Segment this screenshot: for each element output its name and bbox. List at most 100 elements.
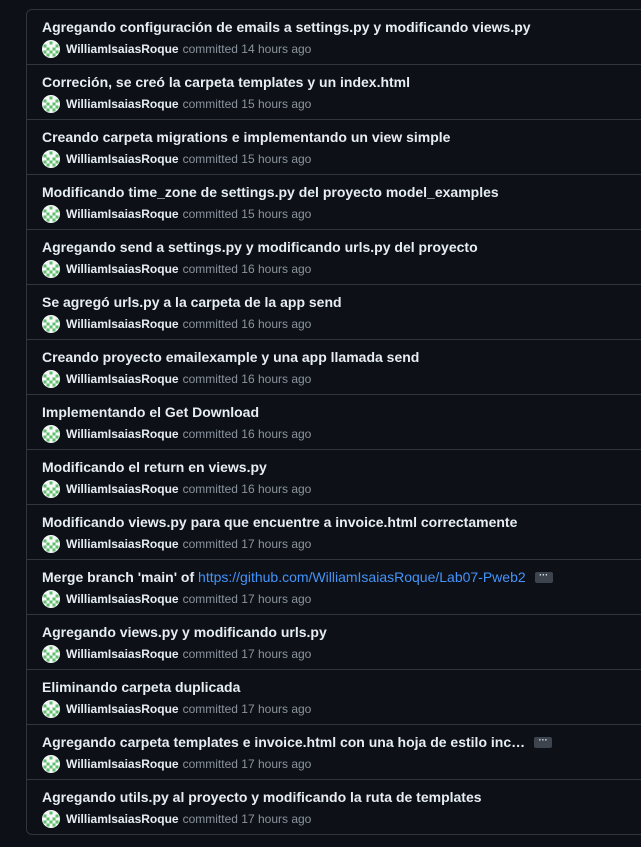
commit-message[interactable]: Creando proyecto emailexample y una app …: [42, 349, 419, 365]
identicon-avatar-icon[interactable]: [42, 205, 60, 223]
commit-message[interactable]: Creando carpeta migrations e implementan…: [42, 129, 450, 145]
commit-title[interactable]: Agregando utils.py al proyecto y modific…: [42, 789, 482, 805]
identicon-avatar-icon[interactable]: [42, 425, 60, 443]
commit-verb: committed: [182, 647, 238, 661]
commit-meta: WilliamIsaiasRoque committed 17 hours ag…: [42, 590, 311, 608]
commit-verb: committed: [182, 97, 238, 111]
commit-verb: committed: [182, 317, 238, 331]
commit-title[interactable]: Modificando el return en views.py: [42, 459, 267, 475]
commit-message[interactable]: Modificando time_zone de settings.py del…: [42, 184, 499, 200]
commit-verb: committed: [182, 812, 238, 826]
commit-title[interactable]: Se agregó urls.py a la carpeta de la app…: [42, 294, 342, 310]
commit-time: 15 hours ago: [241, 207, 312, 221]
identicon-avatar-icon[interactable]: [42, 370, 60, 388]
commit-time: 17 hours ago: [241, 537, 312, 551]
commit-row: Merge branch 'main' of https://github.co…: [27, 559, 641, 614]
commit-message[interactable]: Se agregó urls.py a la carpeta de la app…: [42, 294, 342, 310]
commit-title[interactable]: Eliminando carpeta duplicada: [42, 679, 240, 695]
commit-row: Agregando carpeta templates e invoice.ht…: [27, 724, 641, 779]
commit-row: Correción, se creó la carpeta templates …: [27, 64, 641, 119]
commit-author[interactable]: WilliamIsaiasRoque: [66, 482, 179, 496]
commit-message[interactable]: Agregando utils.py al proyecto y modific…: [42, 789, 482, 805]
commit-meta: WilliamIsaiasRoque committed 16 hours ag…: [42, 370, 311, 388]
commit-time: 16 hours ago: [241, 262, 312, 276]
commit-author[interactable]: WilliamIsaiasRoque: [66, 757, 179, 771]
commit-meta: WilliamIsaiasRoque committed 15 hours ag…: [42, 205, 311, 223]
commit-author[interactable]: WilliamIsaiasRoque: [66, 427, 179, 441]
commit-row: Agregando utils.py al proyecto y modific…: [27, 779, 641, 834]
identicon-avatar-icon[interactable]: [42, 260, 60, 278]
commit-title[interactable]: Agregando configuración de emails a sett…: [42, 19, 531, 35]
commit-row: Agregando configuración de emails a sett…: [27, 10, 641, 64]
commit-author[interactable]: WilliamIsaiasRoque: [66, 97, 179, 111]
identicon-avatar-icon[interactable]: [42, 535, 60, 553]
commit-row: Modificando el return en views.py Willia…: [27, 449, 641, 504]
commit-title[interactable]: Agregando carpeta templates e invoice.ht…: [42, 734, 553, 750]
commit-row: Agregando views.py y modificando urls.py…: [27, 614, 641, 669]
commit-time: 17 hours ago: [241, 592, 312, 606]
commit-author[interactable]: WilliamIsaiasRoque: [66, 42, 179, 56]
commit-row: Implementando el Get Download WilliamIsa…: [27, 394, 641, 449]
ellipsis-expand-icon[interactable]: ···: [534, 570, 553, 583]
identicon-avatar-icon[interactable]: [42, 315, 60, 333]
commit-time: 15 hours ago: [241, 97, 312, 111]
commit-meta: WilliamIsaiasRoque committed 17 hours ag…: [42, 535, 311, 553]
commit-author[interactable]: WilliamIsaiasRoque: [66, 647, 179, 661]
identicon-avatar-icon[interactable]: [42, 95, 60, 113]
commit-title[interactable]: Creando proyecto emailexample y una app …: [42, 349, 419, 365]
commit-author[interactable]: WilliamIsaiasRoque: [66, 317, 179, 331]
commit-message[interactable]: Modificando views.py para que encuentre …: [42, 514, 517, 530]
commit-time: 17 hours ago: [241, 647, 312, 661]
identicon-avatar-icon[interactable]: [42, 150, 60, 168]
commit-meta: WilliamIsaiasRoque committed 16 hours ag…: [42, 315, 311, 333]
commit-verb: committed: [182, 757, 238, 771]
commit-author[interactable]: WilliamIsaiasRoque: [66, 262, 179, 276]
identicon-avatar-icon[interactable]: [42, 645, 60, 663]
commit-row: Modificando time_zone de settings.py del…: [27, 174, 641, 229]
commit-title[interactable]: Correción, se creó la carpeta templates …: [42, 74, 410, 90]
commit-title[interactable]: Implementando el Get Download: [42, 404, 259, 420]
commit-author[interactable]: WilliamIsaiasRoque: [66, 152, 179, 166]
commit-meta: WilliamIsaiasRoque committed 17 hours ag…: [42, 810, 311, 828]
commit-title[interactable]: Modificando time_zone de settings.py del…: [42, 184, 499, 200]
commit-message[interactable]: Agregando send a settings.py y modifican…: [42, 239, 478, 255]
commit-meta: WilliamIsaiasRoque committed 15 hours ag…: [42, 95, 311, 113]
commit-title[interactable]: Merge branch 'main' of https://github.co…: [42, 569, 553, 585]
commit-title[interactable]: Modificando views.py para que encuentre …: [42, 514, 517, 530]
commit-list: Agregando configuración de emails a sett…: [26, 9, 641, 835]
commit-title[interactable]: Agregando send a settings.py y modifican…: [42, 239, 478, 255]
commit-message[interactable]: Eliminando carpeta duplicada: [42, 679, 240, 695]
identicon-avatar-icon[interactable]: [42, 40, 60, 58]
repo-link[interactable]: https://github.com/WilliamIsaiasRoque/La…: [198, 569, 526, 585]
commit-message[interactable]: Modificando el return en views.py: [42, 459, 267, 475]
commit-time: 17 hours ago: [241, 812, 312, 826]
commit-verb: committed: [182, 482, 238, 496]
commit-message[interactable]: Implementando el Get Download: [42, 404, 259, 420]
commit-author[interactable]: WilliamIsaiasRoque: [66, 537, 179, 551]
commit-verb: committed: [182, 42, 238, 56]
commit-row: Creando proyecto emailexample y una app …: [27, 339, 641, 394]
commit-message[interactable]: Merge branch 'main' of: [42, 569, 198, 585]
commit-message[interactable]: Agregando views.py y modificando urls.py: [42, 624, 327, 640]
identicon-avatar-icon[interactable]: [42, 590, 60, 608]
commit-author[interactable]: WilliamIsaiasRoque: [66, 702, 179, 716]
commit-author[interactable]: WilliamIsaiasRoque: [66, 207, 179, 221]
commit-title[interactable]: Agregando views.py y modificando urls.py: [42, 624, 327, 640]
commit-time: 15 hours ago: [241, 152, 312, 166]
commit-verb: committed: [182, 262, 238, 276]
ellipsis-expand-icon[interactable]: ···: [534, 735, 553, 748]
commit-row: Eliminando carpeta duplicada WilliamIsai…: [27, 669, 641, 724]
commit-title[interactable]: Creando carpeta migrations e implementan…: [42, 129, 450, 145]
commit-author[interactable]: WilliamIsaiasRoque: [66, 592, 179, 606]
identicon-avatar-icon[interactable]: [42, 810, 60, 828]
identicon-avatar-icon[interactable]: [42, 755, 60, 773]
commit-author[interactable]: WilliamIsaiasRoque: [66, 372, 179, 386]
commit-message[interactable]: Agregando configuración de emails a sett…: [42, 19, 531, 35]
commit-message[interactable]: Correción, se creó la carpeta templates …: [42, 74, 410, 90]
commit-row: Agregando send a settings.py y modifican…: [27, 229, 641, 284]
commit-verb: committed: [182, 427, 238, 441]
identicon-avatar-icon[interactable]: [42, 700, 60, 718]
commit-author[interactable]: WilliamIsaiasRoque: [66, 812, 179, 826]
identicon-avatar-icon[interactable]: [42, 480, 60, 498]
commit-message[interactable]: Agregando carpeta templates e invoice.ht…: [42, 734, 525, 750]
